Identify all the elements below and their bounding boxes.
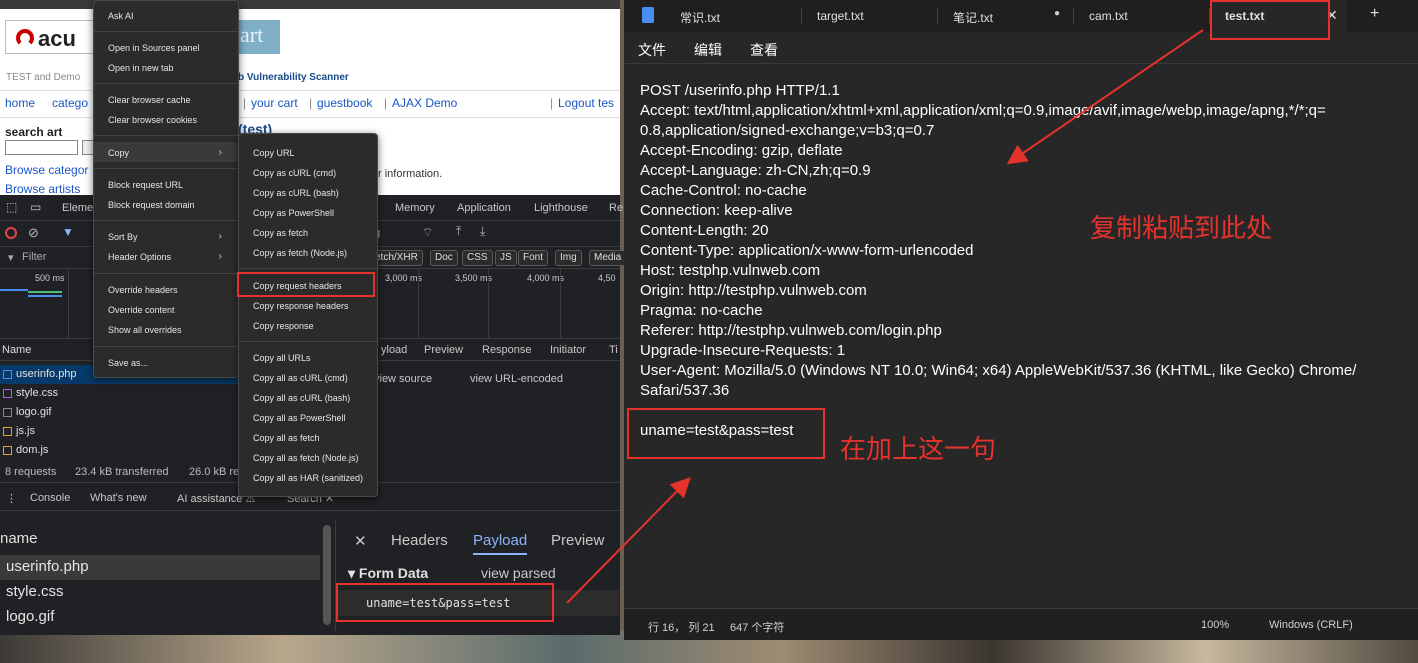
annotation-arrows — [566, 29, 1204, 604]
arrow-to-payload-line — [566, 477, 691, 604]
arrow-to-text — [1006, 29, 1204, 165]
